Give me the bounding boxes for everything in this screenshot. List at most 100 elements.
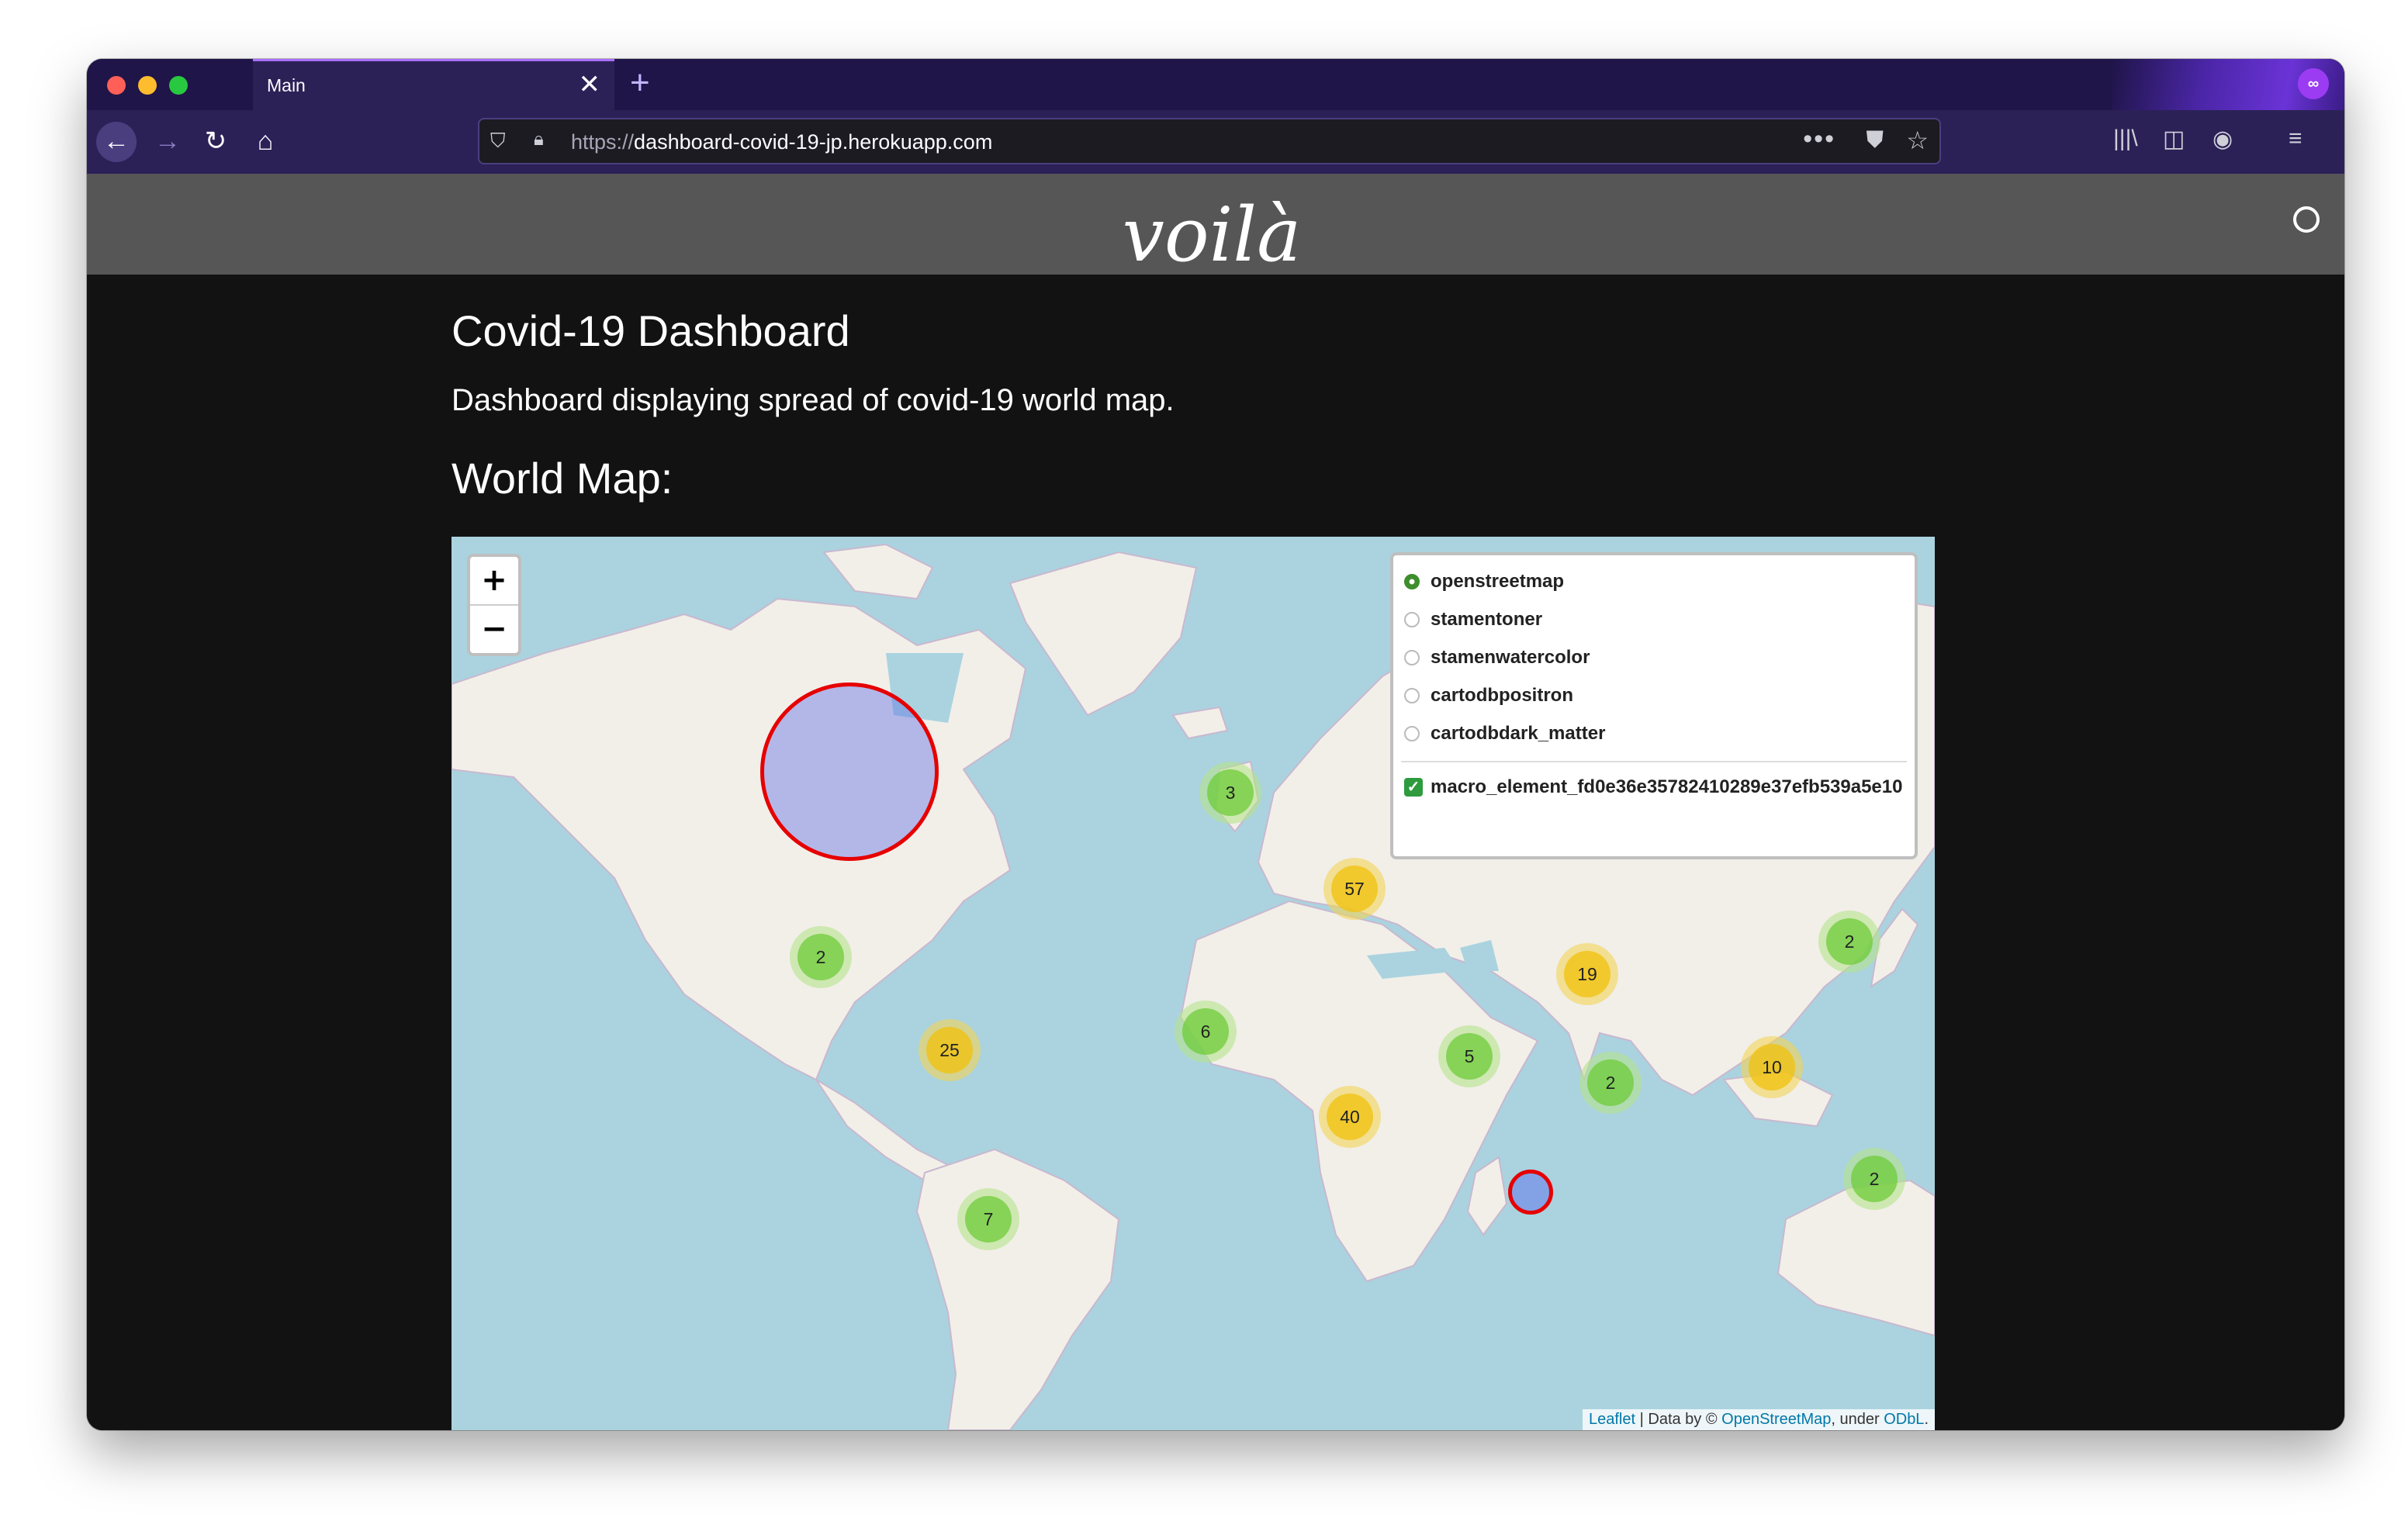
cluster-marker[interactable]: 3 (1199, 762, 1261, 824)
voila-logo: voilà (1123, 192, 1302, 275)
cluster-marker[interactable]: 40 (1319, 1086, 1381, 1148)
lock-icon[interactable]: 🔒︎ (534, 129, 544, 150)
cluster-marker[interactable]: 19 (1556, 943, 1618, 1005)
layer-label: macro_element_fd0e36e35782410289e37efb53… (1431, 776, 1903, 797)
radio-unselected[interactable] (1404, 612, 1420, 627)
radio-selected[interactable] (1404, 574, 1420, 589)
osm-link[interactable]: OpenStreetMap (1721, 1411, 1831, 1428)
case-circle-marker-mauritius[interactable] (1508, 1170, 1553, 1215)
base-layer-option[interactable]: cartodbpositron (1401, 677, 1907, 715)
cluster-marker[interactable]: 10 (1741, 1036, 1803, 1098)
cluster-marker[interactable]: 6 (1175, 1001, 1237, 1063)
cluster-count: 5 (1446, 1033, 1493, 1080)
window-maximize-button[interactable] (169, 76, 188, 95)
section-title: World Map: (452, 454, 673, 503)
zoom-in-button[interactable]: + (470, 557, 518, 606)
checkbox-checked-icon[interactable]: ✓ (1404, 778, 1423, 797)
cluster-marker[interactable]: 7 (957, 1188, 1019, 1250)
base-layer-option[interactable]: cartodbdark_matter (1401, 715, 1907, 753)
tab-main[interactable]: Main ✕ (253, 59, 614, 110)
leaflet-link[interactable]: Leaflet (1589, 1411, 1635, 1428)
window-close-button[interactable] (107, 76, 126, 95)
new-tab-button[interactable]: + (630, 65, 650, 101)
base-layer-option[interactable]: openstreetmap (1401, 563, 1907, 601)
layer-control: openstreetmap stamentoner stamenwatercol… (1390, 552, 1918, 859)
main-content: Covid-19 Dashboard Dashboard displaying … (87, 275, 2344, 1430)
tab-title: Main (267, 75, 306, 95)
page-title: Covid-19 Dashboard (452, 306, 850, 355)
kernel-status-icon (2293, 206, 2320, 233)
url-text[interactable]: https://dashboard-covid-19-jp.herokuapp.… (571, 130, 992, 154)
cluster-count: 2 (1826, 918, 1873, 965)
attribution-text: , under (1831, 1411, 1884, 1428)
cluster-marker[interactable]: 2 (790, 926, 852, 988)
radio-unselected[interactable] (1404, 688, 1420, 703)
private-browsing-icon: ∞ (2298, 68, 2329, 99)
cluster-count: 10 (1749, 1044, 1795, 1090)
map-attribution: Leaflet | Data by © OpenStreetMap, under… (1583, 1409, 1935, 1430)
attribution-text: . (1924, 1411, 1929, 1428)
cluster-count: 2 (1851, 1156, 1898, 1202)
cluster-count: 6 (1182, 1008, 1229, 1055)
pocket-icon[interactable]: ⛊ (1867, 127, 1884, 154)
case-circle-marker-north-america[interactable] (760, 683, 939, 861)
cluster-count: 7 (965, 1196, 1012, 1242)
library-icon[interactable]: |||\ (2113, 126, 2138, 152)
cluster-count: 2 (797, 934, 844, 980)
cluster-marker[interactable]: 2 (1579, 1052, 1642, 1114)
cluster-marker[interactable]: 5 (1438, 1025, 1500, 1087)
browser-window: Main ✕ + ∞ ← → ↻ ⌂ ⛉ 🔒︎ https://dashboar… (87, 59, 2344, 1430)
reload-icon[interactable]: ↻ (195, 122, 236, 162)
window-minimize-button[interactable] (138, 76, 157, 95)
cluster-count: 3 (1207, 769, 1254, 816)
world-map[interactable]: 3 57 2 2 19 2 25 6 5 2 10 40 2 7 + − op (452, 537, 1935, 1430)
cluster-marker[interactable]: 25 (919, 1019, 981, 1081)
voila-header: voilà (87, 174, 2344, 275)
cluster-marker[interactable]: 2 (1843, 1148, 1905, 1210)
land-south-america (915, 1148, 1120, 1430)
overlay-layer-option[interactable]: ✓ macro_element_fd0e36e35782410289e37efb… (1401, 769, 1907, 807)
more-icon[interactable]: ••• (1803, 124, 1835, 154)
tab-strip: Main ✕ + ∞ (87, 59, 2344, 110)
back-icon[interactable]: ← (96, 122, 137, 162)
voila-logo-text: voilà (1123, 192, 1302, 275)
cluster-count: 19 (1564, 951, 1611, 997)
zoom-control: + − (467, 554, 521, 656)
cluster-count: 2 (1587, 1059, 1634, 1106)
tab-close-icon[interactable]: ✕ (579, 71, 601, 98)
url-protocol: https:// (571, 130, 635, 154)
cluster-marker[interactable]: 2 (1818, 911, 1880, 973)
home-icon[interactable]: ⌂ (245, 122, 285, 162)
cluster-marker[interactable]: 57 (1323, 858, 1386, 920)
layer-separator (1401, 761, 1907, 762)
layer-label: stamenwatercolor (1431, 647, 1590, 668)
land-iceland (1171, 706, 1229, 740)
cluster-count: 25 (926, 1027, 973, 1073)
radio-unselected[interactable] (1404, 650, 1420, 665)
odbl-link[interactable]: ODbL (1884, 1411, 1924, 1428)
sidebar-icon[interactable]: ◫ (2163, 126, 2185, 153)
layer-label: cartodbpositron (1431, 685, 1573, 706)
attribution-text: | Data by © (1635, 1411, 1722, 1428)
shield-icon[interactable]: ⛉ (490, 129, 506, 154)
radio-unselected[interactable] (1404, 726, 1420, 741)
base-layer-option[interactable]: stamenwatercolor (1401, 639, 1907, 677)
cluster-count: 57 (1331, 866, 1378, 912)
account-icon[interactable]: ◉ (2213, 126, 2233, 153)
zoom-out-button[interactable]: − (470, 606, 518, 653)
layer-label: openstreetmap (1431, 571, 1565, 592)
bookmark-star-icon[interactable]: ☆ (1906, 126, 1929, 155)
cluster-count: 40 (1327, 1094, 1373, 1140)
base-layer-option[interactable]: stamentoner (1401, 601, 1907, 639)
land-greenland (1009, 551, 1198, 717)
layer-label: stamentoner (1431, 609, 1543, 630)
forward-icon[interactable]: → (147, 122, 188, 162)
land-central-america (815, 1079, 950, 1182)
land-arctic-islands (822, 543, 934, 600)
land-madagascar (1466, 1156, 1508, 1236)
menu-icon[interactable]: ≡ (2289, 126, 2302, 152)
layer-label: cartodbdark_matter (1431, 723, 1606, 744)
url-host: dashboard-covid-19-jp.herokuapp.com (634, 130, 993, 154)
page-description: Dashboard displaying spread of covid-19 … (452, 383, 1175, 417)
address-bar[interactable]: ⛉ 🔒︎ https://dashboard-covid-19-jp.herok… (478, 118, 1941, 164)
